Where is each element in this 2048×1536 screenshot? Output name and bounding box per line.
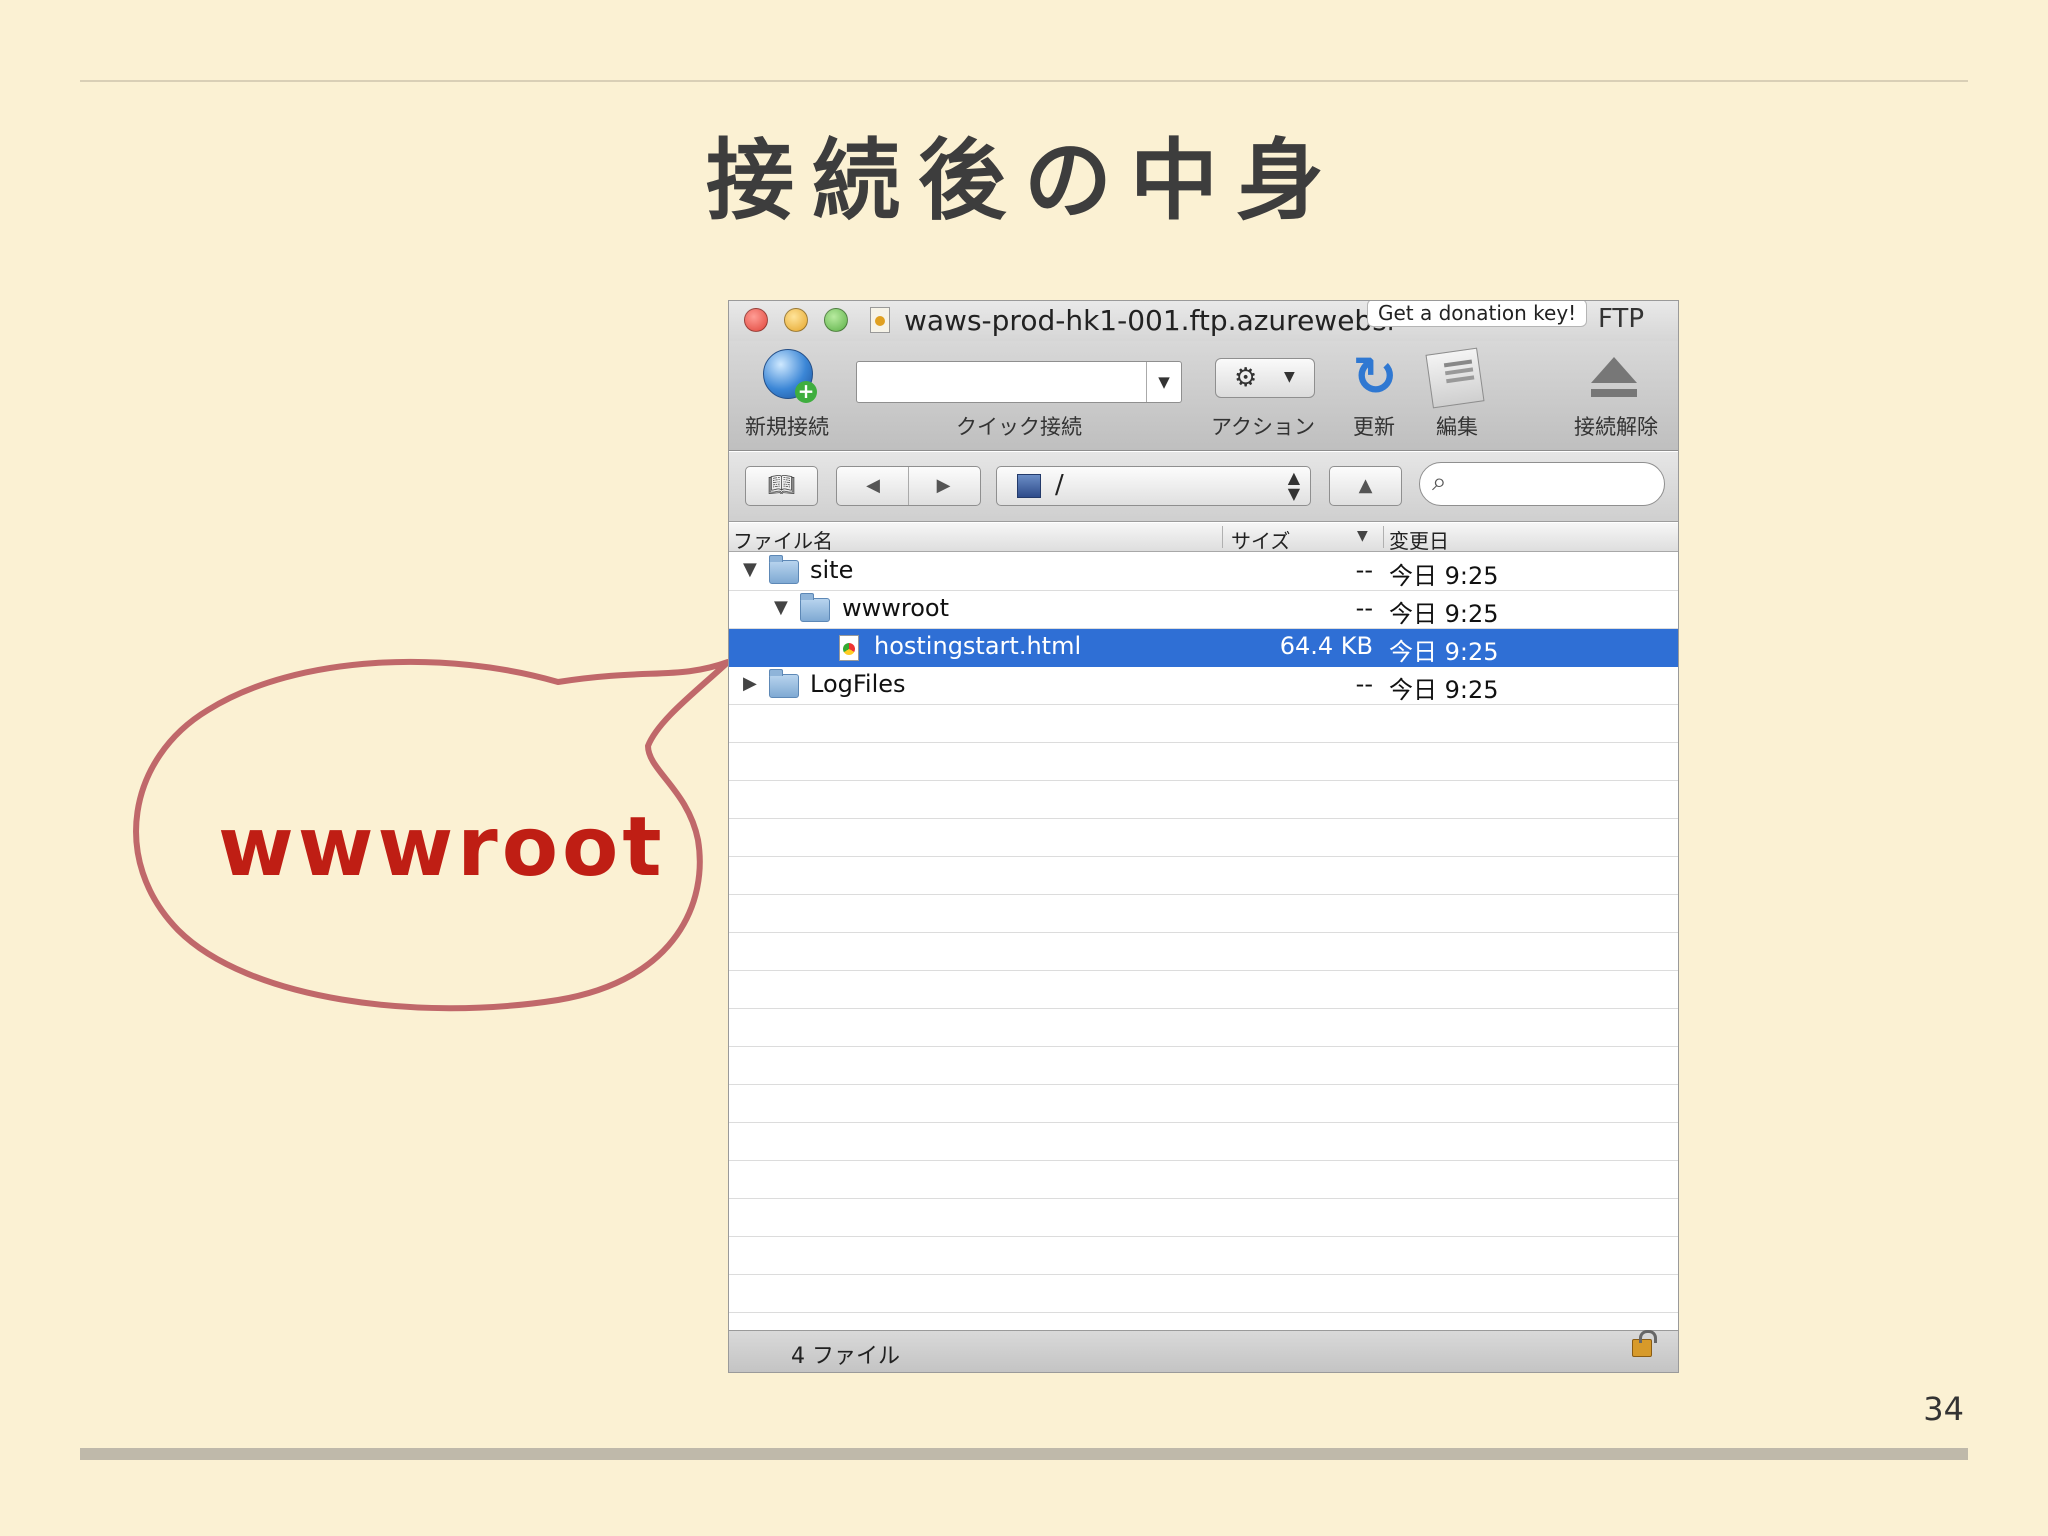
search-icon: ⌕ [1432, 467, 1447, 497]
empty-row [729, 933, 1678, 971]
column-name[interactable]: ファイル名 [733, 525, 833, 554]
table-row[interactable]: ▼ wwwroot -- 今日 9:25 [729, 591, 1678, 629]
column-separator[interactable] [1383, 526, 1384, 548]
search-input[interactable]: ⌕ [1419, 462, 1665, 506]
file-list: ▼ site -- 今日 9:25 ▼ wwwroot -- 今日 9:25 h… [729, 553, 1678, 1313]
column-modified[interactable]: 変更日 [1389, 525, 1449, 554]
new-connection-label: 新規接続 [745, 415, 829, 439]
row-size: -- [1355, 670, 1373, 698]
empty-row [729, 971, 1678, 1009]
bottom-rule [80, 1448, 1968, 1460]
slide-title: 接続後の中身 [705, 129, 1342, 232]
row-name: wwwroot [842, 594, 950, 622]
disconnect-label: 接続解除 [1574, 415, 1658, 439]
toolbar: + 新規接続 ▼ クイック接続 ⚙ ▼ アクション ↻ 更新 編集 接続解除 [729, 341, 1678, 451]
path-select[interactable]: / ▲ ▼ [996, 466, 1311, 506]
table-row-selected[interactable]: hostingstart.html 64.4 KB 今日 9:25 [729, 629, 1678, 667]
disk-icon [1017, 474, 1041, 498]
donation-tooltip[interactable]: Get a donation key! [1367, 301, 1588, 327]
navigation-bar: 📖︎ ◀ ▶ / ▲ ▼ ▲ ⌕ [729, 452, 1678, 522]
row-date: 今日 9:25 [1389, 600, 1499, 628]
empty-row [729, 1009, 1678, 1047]
row-date: 今日 9:25 [1389, 676, 1499, 704]
edit-label: 編集 [1436, 415, 1478, 439]
title-bar: waws-prod-hk1-001.ftp.azurewebsi Get a d… [729, 301, 1678, 341]
row-name: hostingstart.html [874, 632, 1082, 660]
column-size[interactable]: サイズ [1231, 525, 1290, 554]
book-icon: 📖︎ [767, 473, 796, 498]
row-name: LogFiles [810, 670, 906, 698]
empty-row [729, 819, 1678, 857]
parent-folder-button[interactable]: ▲ [1329, 466, 1402, 506]
quick-connect-label: クイック接続 [956, 415, 1082, 439]
action-button[interactable]: ⚙ ▼ [1215, 358, 1315, 398]
zoom-window-button[interactable] [824, 308, 848, 332]
html-file-icon [839, 635, 859, 661]
table-row[interactable]: ▼ site -- 今日 9:25 [729, 553, 1678, 591]
back-button[interactable]: ◀ [839, 467, 909, 505]
ftp-window: waws-prod-hk1-001.ftp.azurewebsi Get a d… [728, 300, 1679, 1373]
column-header: ファイル名 サイズ ▼ 変更日 [729, 523, 1678, 554]
quick-connect-input[interactable] [856, 361, 1182, 403]
forward-button[interactable]: ▶ [909, 467, 979, 505]
empty-row [729, 705, 1678, 743]
disclosure-open-icon[interactable]: ▼ [774, 597, 788, 618]
minimize-window-button[interactable] [784, 308, 808, 332]
empty-row [729, 1123, 1678, 1161]
row-date: 今日 9:25 [1389, 562, 1499, 590]
top-rule [80, 80, 1968, 82]
updown-arrows-icon: ▲ ▼ [1287, 468, 1300, 503]
window-title-suffix: FTP [1597, 304, 1644, 334]
row-size: -- [1355, 594, 1373, 622]
plus-icon: + [795, 381, 817, 403]
chevron-down-icon[interactable]: ▼ [1146, 362, 1181, 402]
chevron-down-icon: ▼ [1284, 369, 1295, 385]
empty-row [729, 1237, 1678, 1275]
empty-row [729, 1275, 1678, 1313]
refresh-icon: ↻ [1352, 345, 1398, 408]
disclosure-closed-icon[interactable]: ▶ [743, 673, 757, 694]
empty-row [729, 1161, 1678, 1199]
window-title: waws-prod-hk1-001.ftp.azurewebsi [904, 304, 1395, 337]
callout-text: wwwroot [218, 800, 666, 895]
close-window-button[interactable] [744, 308, 768, 332]
column-separator[interactable] [1222, 526, 1223, 548]
empty-row [729, 1085, 1678, 1123]
empty-row [729, 781, 1678, 819]
row-name: site [810, 556, 854, 584]
action-label: アクション [1211, 415, 1315, 439]
table-row[interactable]: ▶ LogFiles -- 今日 9:25 [729, 667, 1678, 705]
folder-icon [800, 593, 830, 622]
refresh-label: 更新 [1353, 415, 1395, 439]
empty-row [729, 1047, 1678, 1085]
edit-document-icon [1425, 347, 1485, 409]
folder-icon [769, 669, 799, 698]
document-proxy-icon [870, 307, 890, 333]
path-text: / [1055, 470, 1064, 500]
status-bar: 4 ファイル [729, 1330, 1678, 1372]
empty-row [729, 743, 1678, 781]
row-size: -- [1355, 556, 1373, 584]
empty-row [729, 857, 1678, 895]
eject-icon [1591, 357, 1637, 403]
sort-descending-icon: ▼ [1357, 528, 1368, 544]
empty-row [729, 1199, 1678, 1237]
disclosure-open-icon[interactable]: ▼ [743, 559, 757, 580]
gear-icon: ⚙ [1234, 363, 1258, 393]
folder-icon [769, 555, 799, 584]
file-count: 4 ファイル [791, 1344, 900, 1369]
lock-icon[interactable] [1632, 1330, 1657, 1357]
empty-row [729, 895, 1678, 933]
row-size: 64.4 KB [1279, 632, 1373, 660]
back-forward-control: ◀ ▶ [836, 466, 981, 506]
page-number: 34 [1923, 1390, 1964, 1428]
row-date: 今日 9:25 [1389, 638, 1499, 666]
bookmarks-button[interactable]: 📖︎ [745, 466, 818, 506]
